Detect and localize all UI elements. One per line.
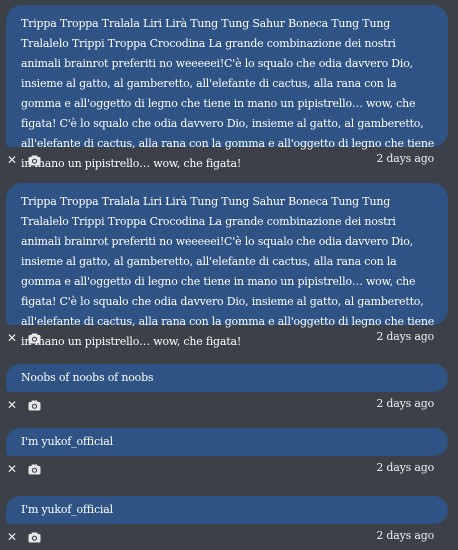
message-timestamp: 2 days ago bbox=[376, 152, 434, 165]
close-icon[interactable]: ✕ bbox=[6, 153, 18, 167]
camera-icon-svg bbox=[28, 532, 41, 542]
message-meta: ✕ 2 days ago bbox=[6, 396, 448, 416]
message-text: I'm yukof_official bbox=[21, 503, 113, 516]
camera-icon[interactable] bbox=[28, 332, 42, 344]
camera-icon-svg bbox=[28, 400, 41, 410]
message-meta: ✕ 2 days ago bbox=[6, 151, 448, 171]
message-timestamp: 2 days ago bbox=[376, 397, 434, 410]
message-bubble: Trippa Troppa Tralala Liri Lirà Tung Tun… bbox=[6, 5, 448, 170]
message-actions: ✕ bbox=[6, 462, 42, 476]
close-icon[interactable]: ✕ bbox=[6, 462, 18, 476]
message-actions: ✕ bbox=[6, 398, 42, 412]
message-timestamp: 2 days ago bbox=[376, 330, 434, 343]
message-bubble: Noobs of noobs of noobs bbox=[6, 364, 448, 392]
close-icon[interactable]: ✕ bbox=[6, 331, 18, 345]
message-text: I'm yukof_official bbox=[21, 435, 113, 448]
close-icon[interactable]: ✕ bbox=[6, 530, 18, 544]
camera-icon-svg bbox=[28, 333, 41, 343]
camera-icon-svg bbox=[28, 464, 41, 474]
message-timestamp: 2 days ago bbox=[376, 461, 434, 474]
message-meta: ✕ 2 days ago bbox=[6, 528, 448, 548]
message-bubble: Trippa Troppa Tralala Liri Lirà Tung Tun… bbox=[6, 183, 448, 348]
message-actions: ✕ bbox=[6, 153, 42, 167]
message-item: Trippa Troppa Tralala Liri Lirà Tung Tun… bbox=[6, 5, 448, 171]
message-item: Noobs of noobs of noobs ✕ 2 days ago bbox=[6, 364, 448, 416]
message-text: Trippa Troppa Tralala Liri Lirà Tung Tun… bbox=[21, 195, 435, 348]
camera-icon[interactable] bbox=[28, 531, 42, 543]
message-meta: ✕ 2 days ago bbox=[6, 460, 448, 480]
close-icon[interactable]: ✕ bbox=[6, 398, 18, 412]
message-text: Noobs of noobs of noobs bbox=[21, 371, 154, 384]
camera-icon-svg bbox=[28, 155, 41, 165]
message-actions: ✕ bbox=[6, 530, 42, 544]
message-text: Trippa Troppa Tralala Liri Lirà Tung Tun… bbox=[21, 17, 435, 170]
message-actions: ✕ bbox=[6, 331, 42, 345]
message-bubble: I'm yukof_official bbox=[6, 428, 448, 456]
camera-icon[interactable] bbox=[28, 399, 42, 411]
message-item: I'm yukof_official ✕ 2 days ago bbox=[6, 428, 448, 480]
message-thread: Trippa Troppa Tralala Liri Lirà Tung Tun… bbox=[0, 0, 458, 550]
message-meta: ✕ 2 days ago bbox=[6, 329, 448, 349]
camera-icon[interactable] bbox=[28, 154, 42, 166]
camera-icon[interactable] bbox=[28, 463, 42, 475]
message-timestamp: 2 days ago bbox=[376, 529, 434, 542]
message-item: Trippa Troppa Tralala Liri Lirà Tung Tun… bbox=[6, 183, 448, 349]
message-item: I'm yukof_official ✕ 2 days ago bbox=[6, 496, 448, 548]
message-bubble: I'm yukof_official bbox=[6, 496, 448, 524]
